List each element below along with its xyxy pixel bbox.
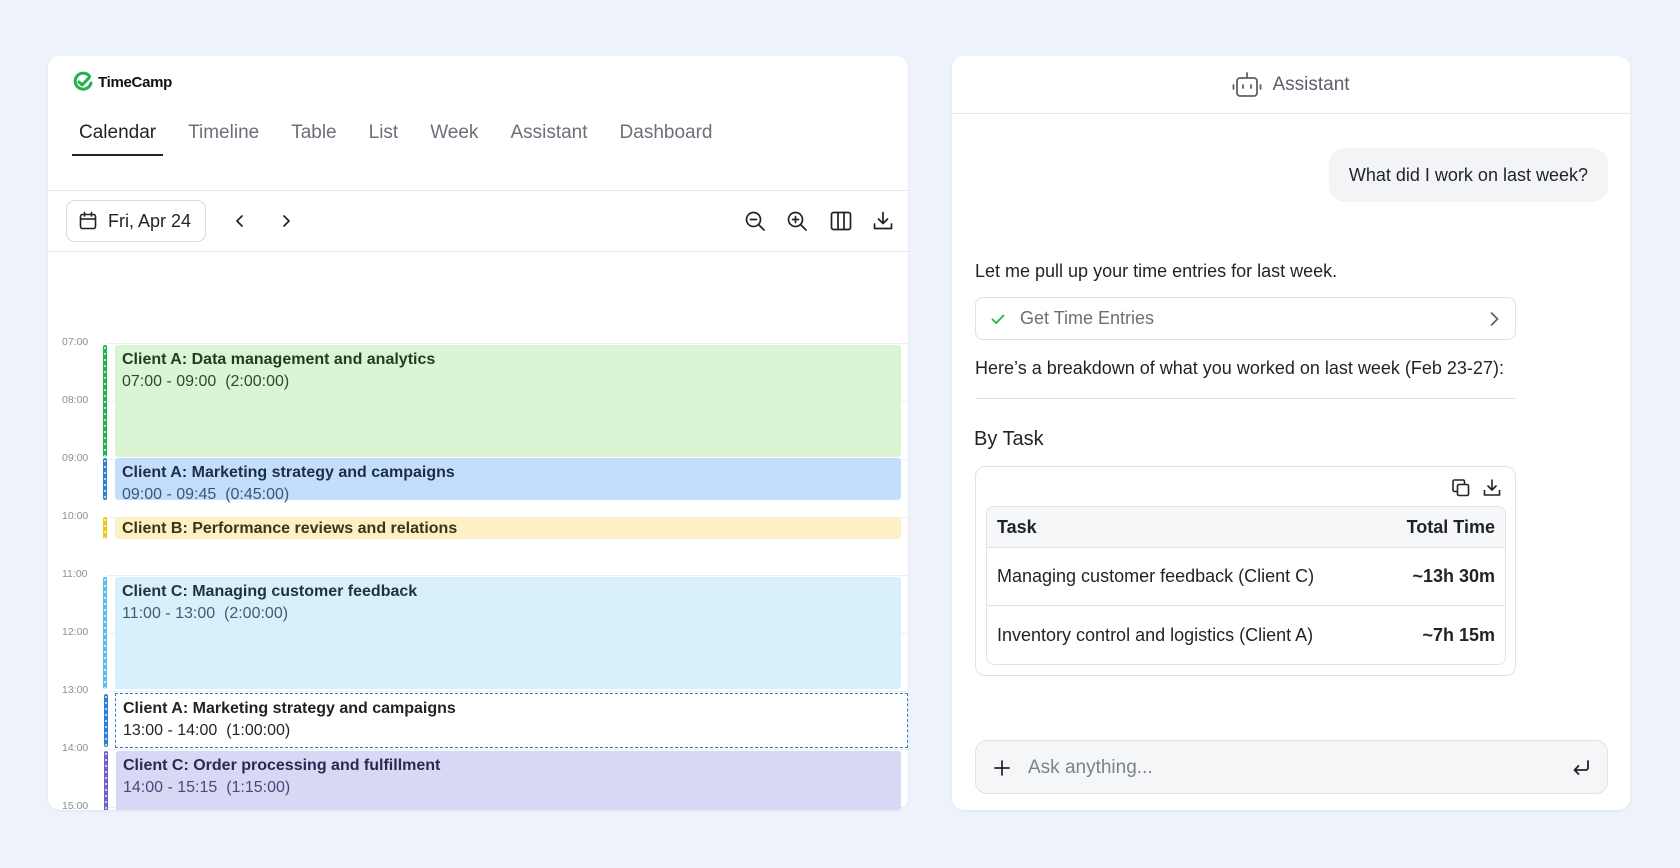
chat-input-bar: [975, 740, 1608, 794]
section-heading: By Task: [974, 428, 1044, 450]
robot-icon: [1233, 71, 1262, 97]
column-header-task: Task: [987, 507, 1379, 548]
view-tabs: Calendar Timeline Table List Week Assist…: [72, 122, 737, 156]
next-day-button[interactable]: [274, 209, 298, 233]
response-divider: [975, 398, 1516, 399]
event-time: 07:00 - 09:00 (2:00:00): [122, 373, 290, 390]
hour-label: 12:00: [62, 626, 89, 638]
timecamp-logo[interactable]: TimeCamp: [72, 71, 172, 93]
hour-gridline: [106, 343, 908, 344]
calendar-event-running[interactable]: Client A: Marketing strategy and campaig…: [104, 693, 908, 748]
event-title: Client C: Managing customer feedback: [122, 583, 418, 600]
task-table: Task Total Time Managing customer feedba…: [986, 506, 1506, 665]
event-color-bar: [103, 345, 107, 457]
event-time: 13:00 - 14:00 (1:00:00): [123, 722, 291, 739]
zoom-out-button[interactable]: [742, 208, 768, 234]
table-header-row: Task Total Time: [987, 507, 1505, 548]
date-picker-button[interactable]: Fri, Apr 24: [66, 200, 206, 242]
send-button[interactable]: [1569, 756, 1593, 780]
hour-label: 09:00: [62, 452, 89, 464]
calendar-event[interactable]: Client B: Performance reviews and relati…: [103, 517, 901, 539]
hour-label: 15:00: [62, 800, 89, 810]
calendar-icon: [79, 211, 97, 230]
tool-call-label: Get Time Entries: [1020, 308, 1155, 328]
event-color-bar: [103, 458, 107, 500]
tab-calendar[interactable]: Calendar: [72, 122, 164, 156]
tab-week[interactable]: Week: [423, 122, 485, 156]
prev-day-button[interactable]: [228, 209, 252, 233]
hour-label: 11:00: [62, 568, 88, 580]
enter-icon: [1573, 760, 1589, 775]
download-icon: [1483, 479, 1501, 496]
chevron-right-icon: [1490, 312, 1499, 326]
assistant-title: Assistant: [1272, 73, 1350, 95]
day-calendar: 07:00 08:00 09:00 10:00 11:00 12:00 13:0…: [48, 252, 908, 810]
task-cell: Inventory control and logistics (Client …: [997, 624, 1314, 645]
table-download-button[interactable]: [1480, 476, 1504, 500]
event-time: 11:00 - 13:00 (2:00:00): [122, 605, 289, 622]
hour-label: 13:00: [62, 684, 89, 696]
assistant-header: Assistant: [952, 56, 1630, 114]
copy-button[interactable]: [1449, 476, 1473, 500]
tabs-divider: [48, 190, 908, 191]
hour-label: 10:00: [62, 510, 89, 522]
chat-input[interactable]: [1028, 751, 1548, 785]
event-title: Client C: Order processing and fulfillme…: [123, 757, 441, 774]
tab-table[interactable]: Table: [284, 122, 343, 156]
event-color-bar: [103, 577, 107, 689]
download-icon: [873, 211, 893, 230]
calendar-event[interactable]: Client A: Data management and analytics …: [103, 345, 901, 457]
hour-gridline: [106, 575, 908, 576]
tab-timeline[interactable]: Timeline: [181, 122, 266, 156]
chevron-left-icon: [236, 215, 243, 227]
date-label: Fri, Apr 24: [108, 210, 192, 231]
total-time-cell: ~13h 30m: [1379, 548, 1505, 606]
event-title: Client A: Marketing strategy and campaig…: [123, 700, 456, 717]
event-time: 09:00 - 09:45 (0:45:00): [122, 486, 290, 503]
event-color-bar: [104, 751, 108, 810]
event-color-bar: [104, 694, 108, 747]
total-time-cell: ~7h 15m: [1422, 624, 1495, 645]
assistant-intro-text: Let me pull up your time entries for las…: [975, 261, 1338, 281]
tab-assistant[interactable]: Assistant: [503, 122, 594, 156]
calendar-event[interactable]: Client C: Managing customer feedback 11:…: [103, 577, 901, 689]
hour-label: 14:00: [62, 742, 89, 754]
check-icon: [991, 314, 1005, 324]
plus-icon: [994, 760, 1010, 776]
column-header-total-time: Total Time: [1379, 507, 1505, 548]
download-button[interactable]: [870, 208, 896, 234]
task-table-card: Task Total Time Managing customer feedba…: [975, 466, 1516, 676]
tab-dashboard[interactable]: Dashboard: [613, 122, 720, 156]
event-title: Client B: Performance reviews and relati…: [122, 520, 458, 537]
zoom-out-icon: [745, 211, 765, 231]
calendar-panel: TimeCamp Calendar Timeline Table List We…: [48, 56, 908, 810]
event-title: Client A: Data management and analytics: [122, 351, 436, 368]
tool-call-get-time-entries[interactable]: Get Time Entries: [975, 297, 1516, 340]
event-color-bar: [103, 517, 107, 539]
hour-gridline: [106, 749, 908, 750]
zoom-in-button[interactable]: [784, 208, 810, 234]
calendar-event[interactable]: Client A: Marketing strategy and campaig…: [103, 458, 901, 503]
event-time: 14:00 - 15:15 (1:15:00): [123, 779, 291, 796]
hour-label: 08:00: [62, 394, 89, 406]
columns-button[interactable]: [828, 208, 854, 234]
table-row: Inventory control and logistics (Client …: [987, 606, 1505, 664]
copy-icon: [1452, 479, 1470, 497]
tab-list[interactable]: List: [362, 122, 406, 156]
hour-label: 07:00: [62, 336, 89, 348]
timecamp-logo-icon: [73, 71, 93, 91]
hour-gridline: [106, 691, 908, 692]
assistant-panel: Assistant What did I work on last week? …: [952, 56, 1630, 810]
calendar-event[interactable]: Client C: Order processing and fulfillme…: [104, 751, 901, 810]
table-row: Managing customer feedback (Client C) ~1…: [987, 548, 1505, 606]
logo-text: TimeCamp: [98, 73, 173, 91]
columns-icon: [830, 211, 852, 231]
attach-button[interactable]: [990, 756, 1014, 780]
zoom-in-icon: [787, 211, 807, 231]
task-cell: Managing customer feedback (Client C): [987, 548, 1379, 606]
assistant-breakdown-text: Here’s a breakdown of what you worked on…: [975, 358, 1504, 378]
user-message: What did I work on last week?: [1328, 148, 1608, 202]
event-title: Client A: Marketing strategy and campaig…: [122, 464, 455, 481]
chevron-right-icon: [283, 215, 290, 227]
